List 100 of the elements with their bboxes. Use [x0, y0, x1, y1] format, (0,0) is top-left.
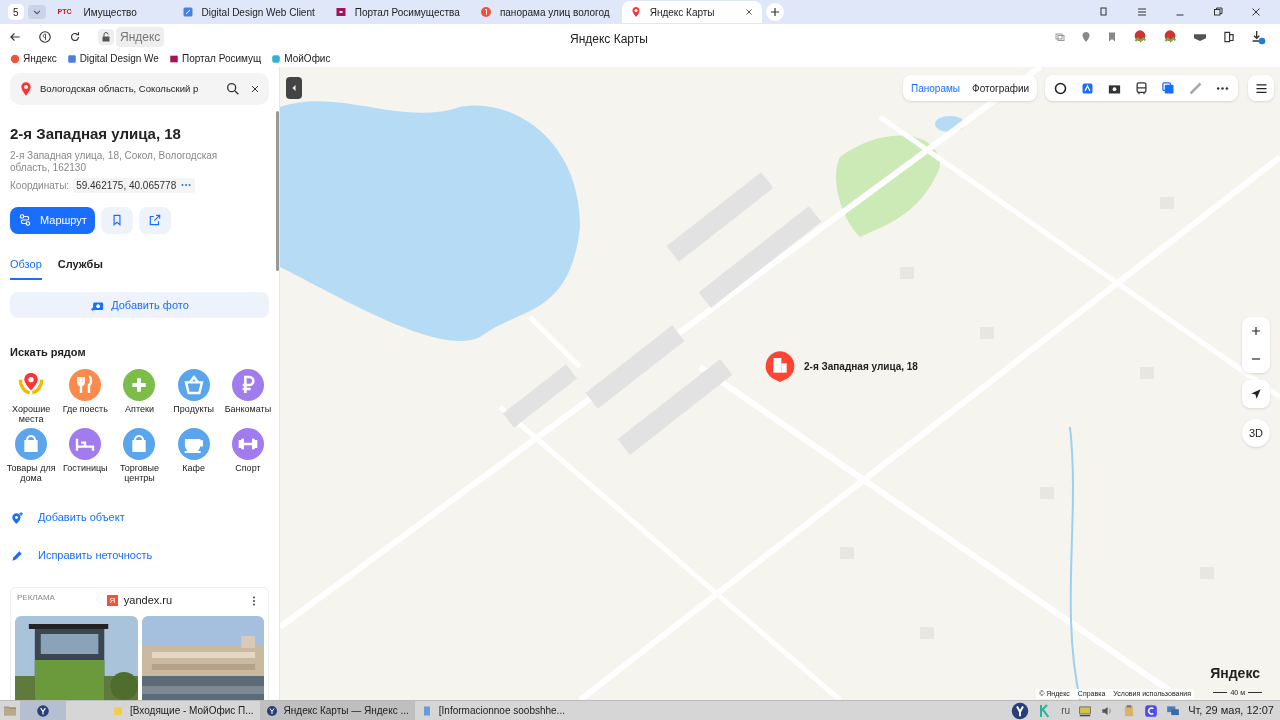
page-title: Яндекс Карты: [570, 31, 648, 48]
bookmark-favicon-icon: [168, 53, 179, 64]
pencil-icon: [10, 548, 24, 563]
bookmark-favicon-icon: [271, 53, 282, 64]
close-icon[interactable]: [1250, 6, 1262, 18]
circle-icon[interactable]: [1053, 80, 1068, 96]
ad-domain[interactable]: yandex.ru: [123, 592, 173, 609]
collapse-panel-button[interactable]: [286, 77, 302, 99]
category-icon[interactable]: [69, 427, 102, 460]
category-link[interactable]: Где поесть: [57, 403, 114, 414]
category-icon[interactable]: [231, 427, 264, 460]
browser-launcher-icon[interactable]: [20, 700, 66, 720]
translate-icon[interactable]: [1054, 31, 1066, 43]
bookmark[interactable]: Яндекс: [10, 51, 57, 66]
restore-icon[interactable]: [1212, 6, 1224, 18]
yandex-icon[interactable]: [38, 30, 52, 44]
browser-tab[interactable]: Digital Design Web Client: [173, 1, 323, 23]
share-icon: [147, 213, 162, 227]
section-heading: Искать рядом: [10, 345, 87, 360]
bookmark-icon[interactable]: [1106, 31, 1118, 43]
category-icon[interactable]: [69, 368, 102, 401]
category-link[interactable]: Продукты: [165, 403, 222, 414]
collections-icon[interactable]: [1098, 6, 1110, 18]
search-icon[interactable]: [225, 81, 241, 97]
lock-icon[interactable]: [98, 29, 114, 45]
plus-icon: [1249, 324, 1263, 338]
yandex-logo: Я: [106, 595, 118, 606]
extension-icon[interactable]: [1222, 30, 1236, 44]
category-icon[interactable]: [177, 368, 210, 401]
bookmark[interactable]: Портал Росимущ: [168, 51, 262, 66]
downloads-icon[interactable]: [1250, 29, 1266, 45]
tab-site-icon: [334, 6, 347, 18]
route-icon: [18, 213, 32, 227]
close-icon[interactable]: [249, 83, 261, 95]
window-app-icon: [265, 704, 278, 717]
category-link[interactable]: Аптеки: [111, 403, 168, 414]
category-icon[interactable]: [123, 427, 156, 460]
category-link[interactable]: Товары для дома: [3, 462, 60, 483]
browser-tab[interactable]: Яндекс Карты: [621, 1, 762, 23]
building-pin-icon[interactable]: [764, 349, 796, 383]
place-title: 2-я Западная улица, 18: [10, 124, 182, 144]
action-link[interactable]: Добавить объект: [10, 498, 269, 537]
taskbar-window-button[interactable]: Яндекс Карты — Яндекс ...: [259, 700, 415, 720]
place-address: 2-я Западная улица, 18, Сокол, Вологодская область, 162130: [10, 149, 219, 174]
locate-button[interactable]: [1242, 380, 1270, 408]
category-link[interactable]: Гостиницы: [57, 462, 114, 473]
bookmark-favicon-icon: [10, 53, 20, 64]
new-tab-icon[interactable]: [765, 3, 784, 21]
coordinates-label: Координаты:: [10, 178, 70, 193]
coordinates-value[interactable]: 59.462175, 40.065778: [73, 177, 196, 193]
ruler-icon[interactable]: [1188, 80, 1203, 96]
back-icon[interactable]: [8, 30, 22, 44]
bookmark[interactable]: Digital Design We: [66, 51, 159, 66]
tab-counter[interactable]: 5: [8, 4, 24, 20]
search-field[interactable]: Вологодская область, Сокольский р: [10, 73, 269, 105]
bus-icon[interactable]: [1134, 80, 1149, 96]
ad-label: РЕКЛАМА: [17, 591, 55, 604]
tab-site-icon: [479, 6, 492, 18]
bookmark-favicon-icon: [66, 53, 77, 64]
site-name[interactable]: Яндекс: [116, 27, 165, 47]
section-tab[interactable]: Службы: [57, 255, 103, 280]
route-button[interactable]: Маршрут: [10, 206, 95, 234]
menu-icon[interactable]: [1248, 75, 1274, 101]
bookmark-button[interactable]: [100, 206, 133, 234]
browser-tab[interactable]: панорама улиц вологод: [471, 1, 618, 23]
tab-site-icon: [181, 6, 194, 18]
layer-toggle[interactable]: Фотографии: [972, 80, 1030, 96]
close-icon[interactable]: [743, 7, 754, 17]
category-link[interactable]: Хорошие места: [3, 403, 60, 424]
chevron-down-icon[interactable]: [27, 5, 46, 19]
display-icon[interactable]: [1078, 703, 1093, 718]
marker-label: 2-я Западная улица, 18: [804, 360, 918, 374]
action-link[interactable]: Исправить неточность: [10, 536, 269, 575]
network-icon[interactable]: [1166, 703, 1181, 718]
share-button[interactable]: [138, 206, 171, 234]
add-photo-button[interactable]: Добавить фото: [10, 292, 269, 318]
category-icon[interactable]: [231, 368, 264, 401]
navigation-arrow-icon: [1249, 387, 1263, 401]
category-link[interactable]: Спорт: [219, 462, 276, 473]
reload-icon[interactable]: [68, 30, 82, 44]
category-icon[interactable]: [15, 427, 48, 460]
scrollbar[interactable]: [276, 111, 279, 271]
app-tray-icon[interactable]: [1144, 703, 1159, 718]
layers-icon[interactable]: [1161, 80, 1176, 96]
taskbar-window-button[interactable]: [Informacionnoe soobshhe...: [414, 700, 571, 720]
browser-tab[interactable]: Портал Росимущества: [326, 1, 468, 23]
category-link[interactable]: Торговые центры: [111, 462, 168, 483]
layer-toggle[interactable]: Панорамы: [911, 80, 961, 96]
category-icon[interactable]: [177, 427, 210, 460]
yandex-browser-icon[interactable]: [1011, 701, 1030, 720]
window-app-icon: [112, 704, 124, 717]
location-icon[interactable]: [1080, 31, 1092, 43]
tab-site-icon: [629, 6, 642, 18]
add-pin-icon: [10, 510, 24, 525]
category-link[interactable]: Кафе: [165, 462, 222, 473]
bookmark[interactable]: МойОфис: [271, 51, 331, 66]
section-tab[interactable]: Обзор: [10, 255, 42, 280]
category-link[interactable]: Банкоматы: [219, 403, 276, 414]
taskbar-window-button[interactable]: [Входящие - МойОфис П...: [106, 700, 260, 720]
keyboard-layout[interactable]: ru: [1061, 703, 1071, 718]
